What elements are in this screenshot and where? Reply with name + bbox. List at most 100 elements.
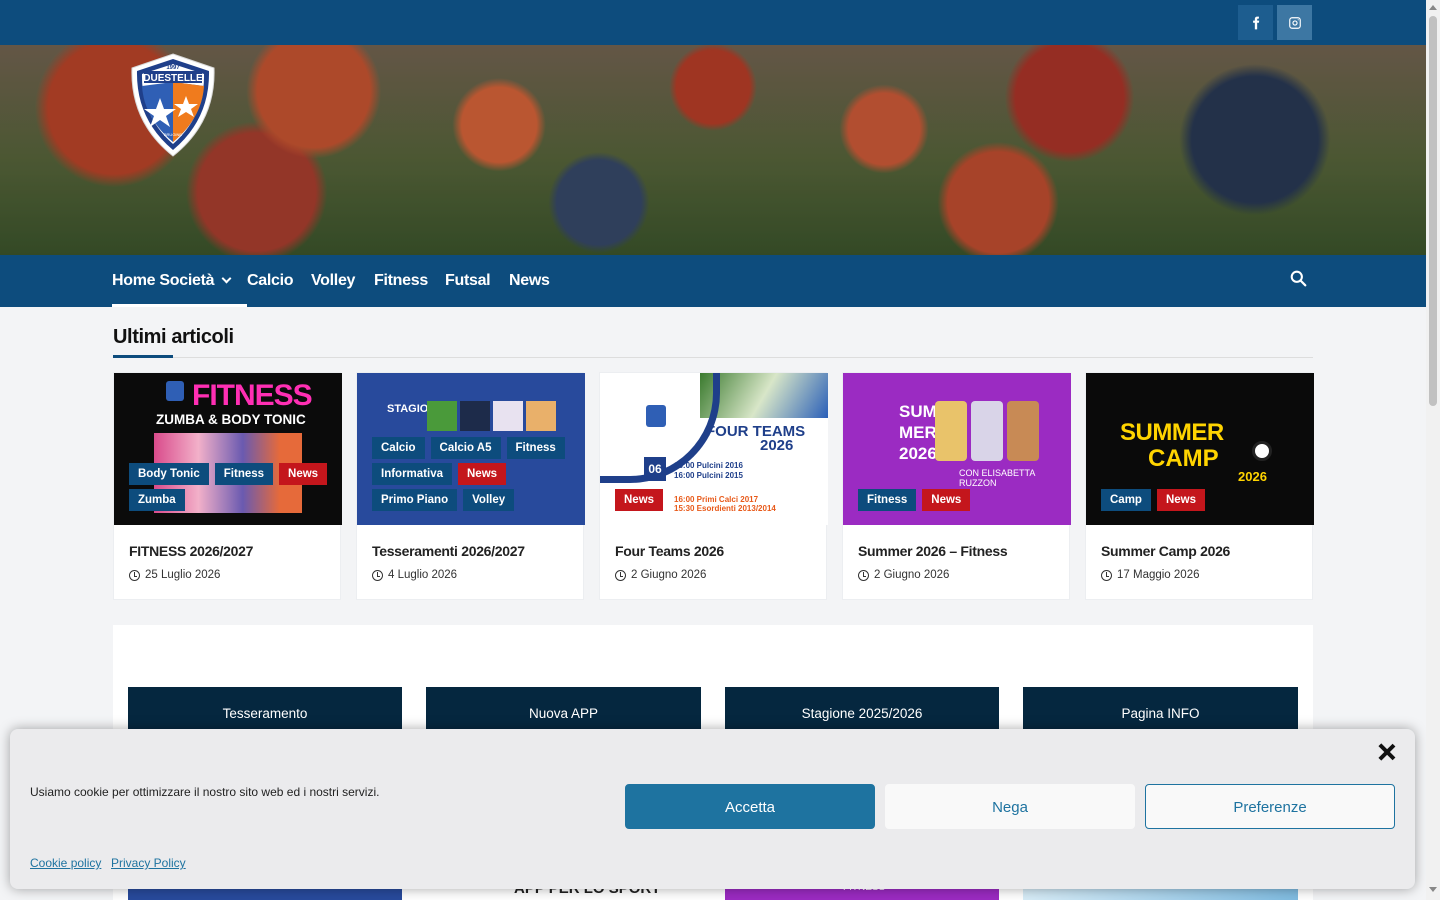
article-tags: Fitness News (858, 489, 1065, 511)
tag-news[interactable]: News (615, 489, 664, 511)
nav-item-futsal[interactable]: Futsal (445, 255, 491, 307)
deny-button[interactable]: Nega (885, 784, 1135, 829)
scrollbar[interactable] (1426, 0, 1440, 900)
nav-item-calcio[interactable]: Calcio (247, 255, 294, 307)
logo-badge-icon (166, 381, 184, 401)
article-date: 17 Maggio 2026 (1101, 569, 1199, 581)
site-logo[interactable]: DUESTELLE 1997 BRUGINE (128, 52, 218, 158)
nav-item-news[interactable]: News (509, 255, 550, 307)
thumb-photo (1007, 401, 1039, 461)
scrollbar-thumb[interactable] (1429, 16, 1437, 406)
tag-news[interactable]: News (458, 463, 507, 485)
article-date-text: 17 Maggio 2026 (1117, 569, 1200, 581)
article-thumbnail[interactable]: STAGIONE Calcio Calcio A5 Fitness Inform… (357, 373, 585, 525)
article-card[interactable]: SUM MER 2026 CON ELISABETTA RUZZON Fitne… (842, 372, 1071, 600)
thumb-heading: STAGIONE (387, 403, 444, 415)
divider (113, 357, 1313, 358)
tag-body-tonic[interactable]: Body Tonic (129, 463, 209, 485)
clock-icon (615, 569, 626, 581)
search-button[interactable] (1290, 270, 1310, 290)
article-date-text: 25 Luglio 2026 (145, 569, 221, 581)
facebook-icon (1252, 16, 1259, 29)
cookie-message: Usiamo cookie per ottimizzare il nostro … (30, 785, 380, 799)
article-title[interactable]: Summer Camp 2026 (1101, 543, 1230, 559)
tag-fitness[interactable]: Fitness (506, 437, 565, 459)
thumb-day: 06 (644, 457, 666, 481)
tag-fitness[interactable]: Fitness (858, 489, 917, 511)
thumb-heading: SUM MER 2026 (899, 402, 937, 463)
instagram-icon (1288, 16, 1301, 29)
article-thumbnail[interactable]: SUM MER 2026 CON ELISABETTA RUZZON Fitne… (843, 373, 1071, 525)
tag-volley[interactable]: Volley (463, 489, 515, 511)
chevron-down-icon (221, 273, 232, 284)
tag-calcio-a5[interactable]: Calcio A5 (430, 437, 501, 459)
nav-item-home-societa[interactable]: Home Società (112, 255, 247, 307)
nav-label: Calcio (247, 272, 294, 289)
tag-informativa[interactable]: Informativa (372, 463, 452, 485)
article-title[interactable]: Four Teams 2026 (615, 543, 724, 559)
thumb-year: 2026 (1238, 469, 1267, 484)
tag-fitness[interactable]: Fitness (214, 463, 274, 485)
article-card[interactable]: STAGIONE Calcio Calcio A5 Fitness Inform… (356, 372, 585, 600)
tag-calcio[interactable]: Calcio (372, 437, 425, 459)
thumb-heading: FITNESS (192, 379, 313, 412)
tag-news[interactable]: News (1156, 489, 1205, 511)
section-title-latest: Ultimi articoli (113, 326, 234, 348)
article-date: 25 Luglio 2026 (129, 569, 220, 581)
thumb-photo (935, 401, 967, 461)
clock-icon (372, 569, 383, 581)
tag-camp[interactable]: Camp (1101, 489, 1151, 511)
clock-icon (858, 569, 869, 581)
tag-news[interactable]: News (922, 489, 971, 511)
article-title[interactable]: Tesseramenti 2026/2027 (372, 543, 525, 559)
title-underline (113, 355, 173, 358)
nav-item-volley[interactable]: Volley (311, 255, 355, 307)
nav-label: Fitness (374, 272, 428, 289)
thumb-photo (460, 401, 490, 431)
logo-wordmark: DUESTELLE (143, 73, 203, 84)
thumb-sub: CON ELISABETTA RUZZON (959, 468, 1035, 488)
instagram-button[interactable] (1277, 5, 1312, 40)
article-thumbnail[interactable]: SUMMER CAMP 2026 Camp News (1086, 373, 1314, 525)
close-icon[interactable] (1378, 743, 1396, 761)
article-title[interactable]: Summer 2026 – Fitness (858, 543, 1008, 559)
nav-label: Volley (311, 272, 356, 289)
nav-label: News (509, 272, 550, 289)
thumb-heading-2: CAMP (1148, 445, 1219, 472)
thumb-line: 16:00 Pulcini 2016 (674, 461, 743, 470)
soccer-ball-icon (1252, 441, 1272, 461)
article-card[interactable]: SUMMER CAMP 2026 Camp News Summer Camp 2… (1085, 372, 1314, 600)
main-navigation: Home Società Calcio Volley Fitness Futsa… (0, 255, 1426, 307)
thumb-year: 2026 (760, 437, 794, 454)
tag-primo-piano[interactable]: Primo Piano (372, 489, 458, 511)
logo-year: 1997 (166, 65, 180, 71)
nav-label: Futsal (445, 272, 491, 289)
article-thumbnail[interactable]: FITNESS ZUMBA & BODY TONIC Body Tonic Fi… (114, 373, 342, 525)
privacy-policy-link[interactable]: Privacy Policy (111, 856, 186, 870)
article-card[interactable]: FOUR TEAMS 2026 06 16:00 Pulcini 2016 16… (599, 372, 828, 600)
scroll-down-arrow-icon[interactable] (1429, 887, 1437, 892)
thumb-photo (427, 401, 457, 431)
tag-zumba[interactable]: Zumba (129, 489, 185, 511)
cookie-policy-link[interactable]: Cookie policy (30, 856, 101, 870)
article-date-text: 4 Luglio 2026 (388, 569, 458, 581)
nav-label: Home Società (112, 272, 215, 289)
tag-news[interactable]: News (279, 463, 328, 485)
article-date: 2 Giugno 2026 (858, 569, 949, 581)
top-bar (0, 0, 1426, 45)
thumb-subheading: ZUMBA & BODY TONIC (156, 412, 306, 427)
article-card[interactable]: FITNESS ZUMBA & BODY TONIC Body Tonic Fi… (113, 372, 342, 600)
nav-item-fitness[interactable]: Fitness (374, 255, 428, 307)
facebook-button[interactable] (1238, 5, 1273, 40)
article-title[interactable]: FITNESS 2026/2027 (129, 543, 253, 559)
thumb-line: 16:00 Pulcini 2015 (674, 471, 743, 480)
logo-badge-icon (646, 405, 666, 427)
thumb-photo (493, 401, 523, 431)
article-thumbnail[interactable]: FOUR TEAMS 2026 06 16:00 Pulcini 2016 16… (600, 373, 828, 525)
preferences-button[interactable]: Preferenze (1145, 784, 1395, 829)
article-date: 2 Giugno 2026 (615, 569, 706, 581)
article-date-text: 2 Giugno 2026 (631, 569, 707, 581)
clock-icon (1101, 569, 1112, 581)
scroll-up-arrow-icon[interactable] (1429, 5, 1437, 10)
accept-button[interactable]: Accetta (625, 784, 875, 829)
